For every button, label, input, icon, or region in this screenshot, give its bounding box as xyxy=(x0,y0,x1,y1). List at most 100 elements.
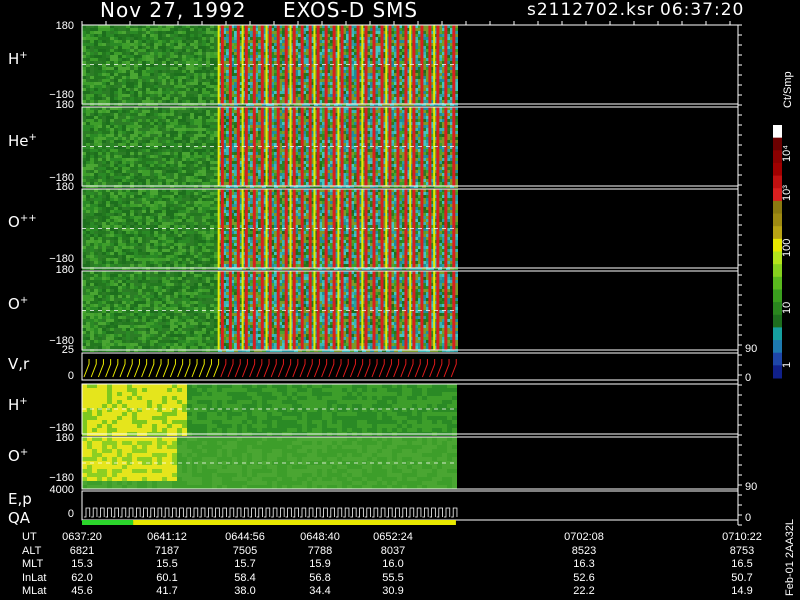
heat-cell xyxy=(86,122,90,125)
heat-cell xyxy=(142,88,146,91)
heat-cell xyxy=(146,46,150,49)
heat-cell xyxy=(154,182,158,185)
heat-cell xyxy=(126,164,130,167)
heat-cell xyxy=(130,143,134,146)
heat-cell xyxy=(170,46,174,49)
heat-cell xyxy=(194,58,198,61)
heat-cell xyxy=(198,170,202,173)
heat-cell xyxy=(146,167,150,170)
heat-cell xyxy=(210,85,214,88)
heat-cell xyxy=(202,143,206,146)
heat-cell xyxy=(154,128,158,131)
heat-cell xyxy=(206,116,210,119)
heat-cell xyxy=(90,161,94,164)
heat-cell xyxy=(146,52,150,55)
heat-cell xyxy=(190,70,194,73)
heat-cell xyxy=(118,131,122,134)
heat-cell xyxy=(146,113,150,116)
heat-cell xyxy=(122,158,126,161)
heat-cell xyxy=(174,119,178,122)
heat-cell xyxy=(158,94,162,97)
heat-cell xyxy=(170,61,174,64)
heat-cell xyxy=(126,176,130,179)
heat-cell xyxy=(202,91,206,94)
heat-cell xyxy=(110,125,114,128)
heat-cell xyxy=(82,182,86,185)
heat-cell xyxy=(158,85,162,88)
heat-cell xyxy=(186,182,190,185)
heat-cell xyxy=(206,170,210,173)
heat-cell xyxy=(214,85,218,88)
heat-cell xyxy=(134,73,138,76)
heat-cell xyxy=(202,34,206,37)
heat-cell xyxy=(98,152,102,155)
heat-cell xyxy=(198,137,202,140)
heat-cell xyxy=(106,100,110,103)
heat-cell xyxy=(94,94,98,97)
heat-cell xyxy=(206,64,210,67)
heat-cell xyxy=(102,64,106,67)
heat-cell xyxy=(94,55,98,58)
heat-cell xyxy=(102,158,106,161)
heat-cell xyxy=(206,110,210,113)
heat-cell xyxy=(170,167,174,170)
heat-cell xyxy=(94,173,98,176)
heat-cell xyxy=(214,155,218,158)
heat-cell xyxy=(206,67,210,70)
heat-cell xyxy=(82,152,86,155)
heat-cell xyxy=(82,173,86,176)
heat-cell xyxy=(106,179,110,182)
heat-cell xyxy=(126,113,130,116)
heat-cell xyxy=(170,94,174,97)
heat-cell xyxy=(186,110,190,113)
heat-cell xyxy=(170,128,174,131)
heat-cell xyxy=(134,119,138,122)
heat-cell xyxy=(174,146,178,149)
heat-cell xyxy=(198,146,202,149)
heat-cell xyxy=(102,164,106,167)
heat-cell xyxy=(134,79,138,82)
heat-cell xyxy=(170,155,174,158)
heat-cell xyxy=(86,110,90,113)
heat-cell xyxy=(94,79,98,82)
heat-cell xyxy=(214,143,218,146)
heat-cell xyxy=(98,34,102,37)
heat-cell xyxy=(206,70,210,73)
heat-cell xyxy=(154,100,158,103)
heat-cell xyxy=(98,179,102,182)
heat-cell xyxy=(86,143,90,146)
heat-cell xyxy=(146,182,150,185)
heat-cell xyxy=(214,67,218,70)
heat-cell xyxy=(210,167,214,170)
heat-cell xyxy=(170,79,174,82)
heat-cell xyxy=(182,61,186,64)
heat-cell xyxy=(82,167,86,170)
heat-cell xyxy=(90,97,94,100)
heat-cell xyxy=(170,152,174,155)
heat-cell xyxy=(122,82,126,85)
heat-cell xyxy=(90,164,94,167)
heat-cell xyxy=(166,43,170,46)
heat-cell xyxy=(90,67,94,70)
heat-cell xyxy=(178,167,182,170)
heat-cell xyxy=(114,28,118,31)
heat-cell xyxy=(214,40,218,43)
heat-cell xyxy=(142,146,146,149)
heat-cell xyxy=(166,131,170,134)
heat-cell xyxy=(106,85,110,88)
heat-cell xyxy=(198,79,202,82)
heat-cell xyxy=(210,31,214,34)
heat-cell xyxy=(170,122,174,125)
heat-cell xyxy=(206,52,210,55)
heat-cell xyxy=(166,161,170,164)
heat-cell xyxy=(186,155,190,158)
heat-cell xyxy=(126,94,130,97)
heat-cell xyxy=(146,40,150,43)
heat-cell xyxy=(186,37,190,40)
heat-cell xyxy=(182,70,186,73)
heat-cell xyxy=(82,37,86,40)
heat-cell xyxy=(114,179,118,182)
heat-cell xyxy=(186,125,190,128)
heat-cell xyxy=(150,161,154,164)
heat-cell xyxy=(182,73,186,76)
